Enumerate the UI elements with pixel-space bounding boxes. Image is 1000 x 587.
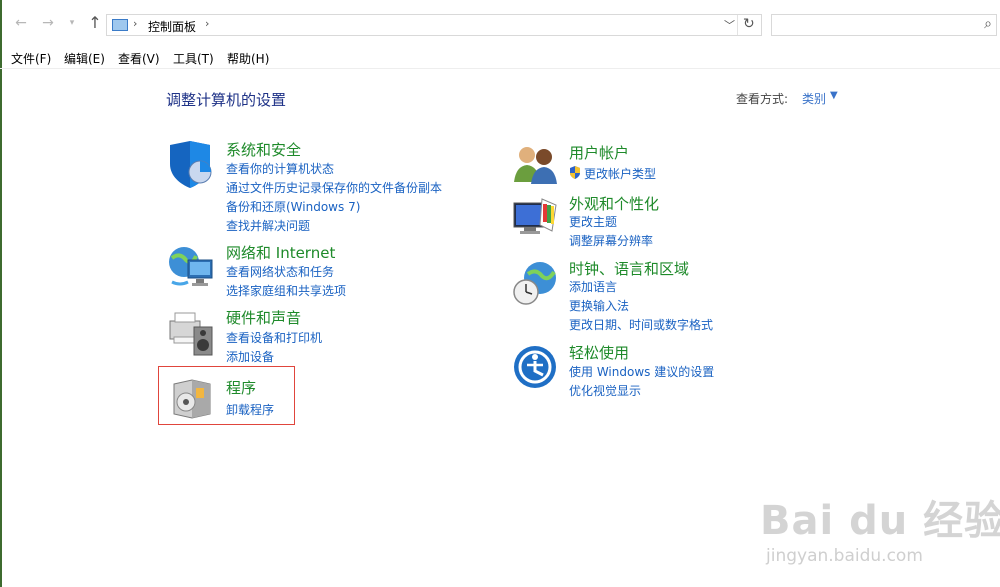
category-hardware-sound-title[interactable]: 硬件和声音 xyxy=(226,307,301,328)
link-change-date-time-format[interactable]: 更改日期、时间或数字格式 xyxy=(569,316,713,333)
category-user-accounts-title[interactable]: 用户帐户 xyxy=(569,142,629,163)
link-add-device[interactable]: 添加设备 xyxy=(226,348,274,365)
printer-speaker-icon[interactable] xyxy=(166,307,218,359)
window-left-edge xyxy=(0,0,2,587)
link-screen-resolution[interactable]: 调整屏幕分辨率 xyxy=(569,232,653,249)
link-add-language[interactable]: 添加语言 xyxy=(569,278,617,295)
control-panel-icon xyxy=(112,19,128,31)
watermark-url: jingyan.baidu.com xyxy=(766,546,923,566)
menu-tools[interactable]: 工具(T) xyxy=(173,50,214,67)
category-network-internet-title[interactable]: 网络和 Internet xyxy=(226,242,335,263)
menu-edit[interactable]: 编辑(E) xyxy=(64,50,105,67)
link-change-input-method[interactable]: 更换输入法 xyxy=(569,297,629,314)
user-accounts-icon[interactable] xyxy=(512,142,558,188)
category-ease-of-access-title[interactable]: 轻松使用 xyxy=(569,342,629,363)
uac-shield-icon xyxy=(569,165,581,179)
breadcrumb-separator-2[interactable]: › xyxy=(205,17,209,30)
link-change-account-type[interactable]: 更改帐户类型 xyxy=(584,165,656,182)
shield-icon[interactable] xyxy=(166,140,218,192)
link-homegroup-sharing[interactable]: 选择家庭组和共享选项 xyxy=(226,282,346,299)
search-icon[interactable]: ⌕ xyxy=(984,16,992,32)
link-troubleshoot[interactable]: 查找并解决问题 xyxy=(226,217,310,234)
link-change-theme[interactable]: 更改主题 xyxy=(569,213,617,230)
chevron-down-icon[interactable]: ﹀ xyxy=(724,17,735,33)
menu-help[interactable]: 帮助(H) xyxy=(227,50,269,67)
up-arrow-icon[interactable]: ↑ xyxy=(86,14,104,32)
refresh-icon[interactable]: ↻ xyxy=(743,16,755,32)
breadcrumb-control-panel[interactable]: 控制面板 xyxy=(148,18,196,35)
clock-globe-icon[interactable] xyxy=(512,260,558,306)
ease-of-access-icon[interactable] xyxy=(512,344,558,390)
network-globe-icon[interactable] xyxy=(166,242,218,294)
watermark-text: Bai du 经验 xyxy=(760,498,1000,544)
link-optimize-visual-display[interactable]: 优化视觉显示 xyxy=(569,382,641,399)
view-by-label: 查看方式: xyxy=(736,92,789,106)
breadcrumb-separator[interactable]: › xyxy=(133,17,137,30)
link-devices-printers[interactable]: 查看设备和打印机 xyxy=(226,329,322,346)
navigation-bar: ← → ▾ ↑ › 控制面板 › ﹀ ↻ ⌕ xyxy=(0,0,1000,40)
category-system-security-title[interactable]: 系统和安全 xyxy=(226,139,301,160)
menu-file[interactable]: 文件(F) xyxy=(11,50,51,67)
divider xyxy=(0,68,1000,69)
baidu-watermark: Bai du 经验 jingyan.baidu.com xyxy=(760,480,1000,580)
view-by-dropdown[interactable]: 类别 xyxy=(802,90,826,107)
appearance-monitor-icon[interactable] xyxy=(512,195,558,241)
page-title: 调整计算机的设置 xyxy=(166,91,287,109)
back-arrow-icon[interactable]: ← xyxy=(12,14,30,32)
link-file-history[interactable]: 通过文件历史记录保存你的文件备份副本 xyxy=(226,179,442,196)
link-windows-recommended-settings[interactable]: 使用 Windows 建议的设置 xyxy=(569,363,714,380)
link-backup-restore[interactable]: 备份和还原(Windows 7) xyxy=(226,198,360,215)
link-view-computer-status[interactable]: 查看你的计算机状态 xyxy=(226,160,334,177)
search-input[interactable]: ⌕ xyxy=(771,14,997,36)
forward-arrow-icon[interactable]: → xyxy=(39,14,57,32)
address-bar[interactable]: › 控制面板 › ﹀ ↻ xyxy=(106,14,762,36)
category-clock-region-title[interactable]: 时钟、语言和区域 xyxy=(569,258,689,279)
link-network-status[interactable]: 查看网络状态和任务 xyxy=(226,263,334,280)
menu-bar: 文件(F) 编辑(E) 查看(V) 工具(T) 帮助(H) xyxy=(0,46,1000,68)
category-appearance-title[interactable]: 外观和个性化 xyxy=(569,193,659,214)
divider xyxy=(737,15,738,35)
highlight-annotation-box xyxy=(158,366,295,425)
menu-view[interactable]: 查看(V) xyxy=(118,50,160,67)
recent-chevron-down-icon[interactable]: ▾ xyxy=(63,14,81,32)
dropdown-triangle-icon[interactable]: ▼ xyxy=(830,90,838,101)
